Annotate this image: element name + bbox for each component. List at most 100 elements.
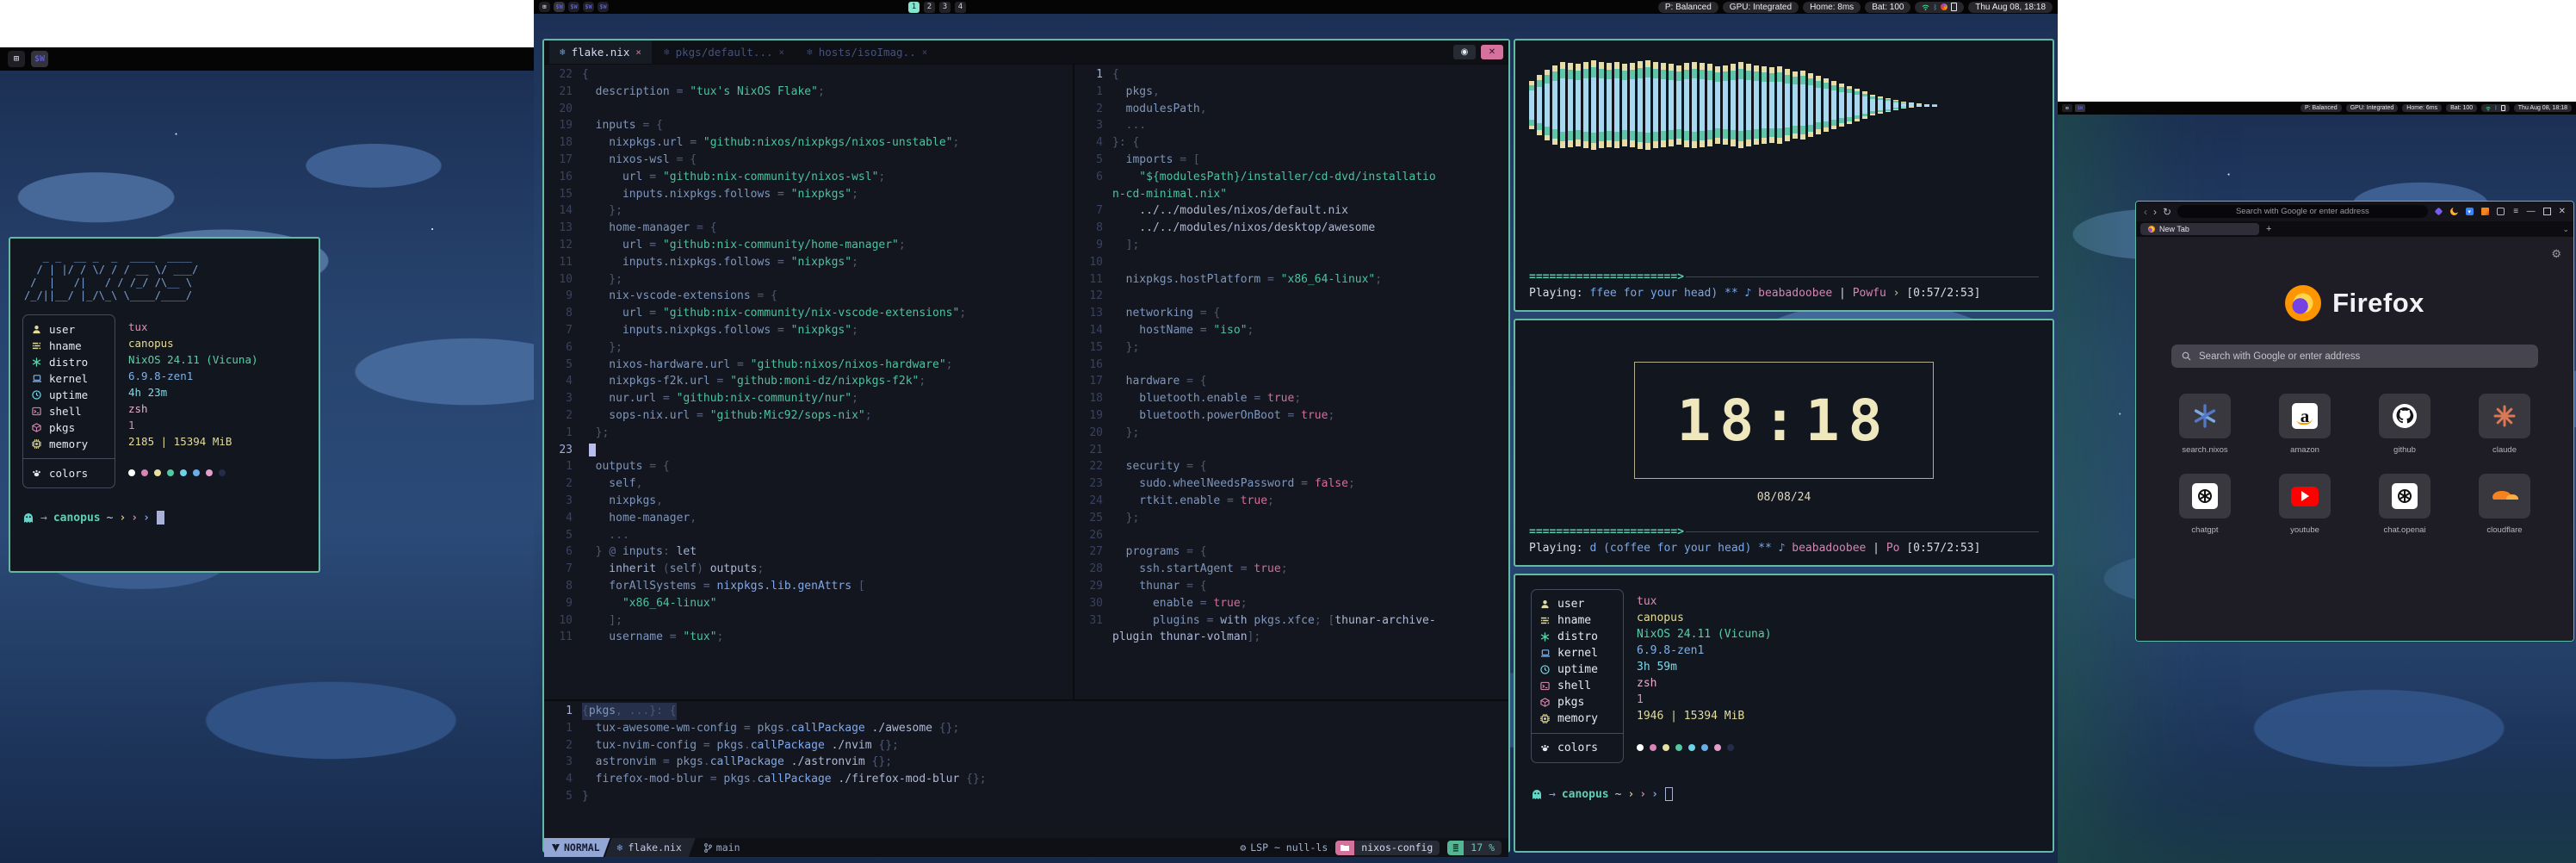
- line-number: 1: [544, 458, 573, 475]
- terminal-fastfetch-left[interactable]: _ _ __ _ _ ____ ____ / | |/ / \/ / / __ …: [9, 237, 320, 573]
- maximize-button[interactable]: [2543, 208, 2551, 215]
- tile-cloudflare[interactable]: cloudflare: [2473, 474, 2536, 535]
- ping-chip[interactable]: Home: 6ms: [2402, 104, 2442, 112]
- back-button[interactable]: ‹: [2144, 207, 2147, 217]
- text-seg: ;: [851, 188, 858, 201]
- tile-amazon[interactable]: a amazon: [2273, 394, 2337, 455]
- editor-pane-right[interactable]: 1{1 pkgs,2 modulesPath,3 ...4}: {5 impor…: [1074, 65, 1508, 699]
- text-seg: "tux's NixOS Flake": [690, 85, 818, 98]
- workspace-4-button[interactable]: 4: [955, 2, 966, 13]
- tab-flake-nix[interactable]: ❄ flake.nix ×: [549, 40, 652, 64]
- code-text: nix-vscode-extensions = {: [582, 288, 777, 305]
- text-seg: callPackage: [710, 755, 784, 768]
- tab-list-chevron[interactable]: ⌄: [2562, 225, 2569, 234]
- tab-new-tab[interactable]: New Tab: [2140, 223, 2259, 235]
- git-branch[interactable]: main: [704, 841, 740, 854]
- dark-reader-icon[interactable]: [2449, 207, 2459, 216]
- bitwarden-icon[interactable]: [2434, 207, 2443, 216]
- bar-segment: [1793, 126, 1798, 133]
- workspace-2-button[interactable]: 2: [924, 2, 935, 13]
- close-icon[interactable]: ×: [922, 47, 928, 58]
- gpu-chip[interactable]: GPU: Integrated: [1723, 2, 1799, 13]
- bar-segment: [1576, 64, 1581, 71]
- editor-pane-left[interactable]: 22{21 description = "tux's NixOS Flake";…: [544, 65, 1073, 699]
- zen-mode-button[interactable]: ◉: [1453, 45, 1476, 59]
- line-number: [1074, 186, 1103, 203]
- tray-icons[interactable]: ᛒ: [1915, 2, 1964, 13]
- battery-chip[interactable]: Bat: 100: [1865, 2, 1910, 13]
- forward-button[interactable]: ›: [2153, 207, 2157, 217]
- personalize-gear-icon[interactable]: ⚙: [2551, 247, 2561, 261]
- extension-puzzle-icon[interactable]: [2496, 207, 2505, 216]
- code-line: 1 };: [544, 425, 1073, 442]
- newtab-search-input[interactable]: Search with Google or enter address: [2171, 345, 2538, 368]
- gpu-chip[interactable]: GPU: Integrated: [2346, 104, 2399, 112]
- clock-chip[interactable]: Thu Aug 08, 18:18: [1968, 2, 2053, 13]
- ublock-icon[interactable]: ▾: [2465, 207, 2474, 216]
- bar-segment: [1746, 64, 1751, 71]
- fetch-label: colors: [49, 467, 88, 480]
- terminal-fastfetch-right[interactable]: userhnamedistrokerneluptimeshellpkgsmemo…: [1514, 574, 2054, 853]
- battery-chip[interactable]: Bat: 100: [2446, 104, 2477, 112]
- line-number: 9: [544, 595, 573, 612]
- editor-pane-bottom[interactable]: 1{pkgs, ...}: {1 tux-awesome-wm-config =…: [544, 699, 1508, 838]
- bar-segment: [1638, 132, 1643, 142]
- layout-grid-button[interactable]: ⊞: [539, 2, 550, 12]
- workspace-tag-button[interactable]: $W: [2075, 104, 2085, 112]
- new-tab-button[interactable]: +: [2266, 224, 2271, 234]
- menu-icon[interactable]: ≡: [2511, 207, 2521, 216]
- shell-prompt[interactable]: → canopus ~ ›››: [1531, 787, 2037, 801]
- terminal-clock[interactable]: 18:18 08/08/24 ======================> P…: [1514, 319, 2054, 567]
- line-number: 22: [544, 66, 573, 84]
- close-icon[interactable]: ×: [779, 47, 785, 58]
- clock-chip[interactable]: Thu Aug 08, 18:18: [2514, 104, 2572, 112]
- prompt-arrow: →: [1549, 788, 1556, 801]
- firefox-window[interactable]: ‹ › ↻ Search with Google or enter addres…: [2135, 201, 2574, 642]
- tile-claude[interactable]: claude: [2473, 394, 2536, 455]
- tab-pkgs-default[interactable]: ❄ pkgs/default... ×: [653, 40, 795, 64]
- layout-grid-button[interactable]: ⊞: [2062, 104, 2072, 112]
- tile-youtube[interactable]: youtube: [2273, 474, 2337, 535]
- close-icon[interactable]: ×: [635, 47, 641, 58]
- workspace-3-button[interactable]: 3: [939, 2, 951, 13]
- close-window-button[interactable]: ✕: [1481, 45, 1503, 59]
- shell-prompt[interactable]: → canopus ~ ›››: [22, 511, 307, 525]
- layout-grid-button[interactable]: ⊞: [8, 51, 25, 67]
- prompt-arrow: →: [40, 512, 47, 525]
- metamask-icon[interactable]: [2480, 207, 2490, 216]
- tile-chat-openai[interactable]: chat.openai: [2373, 474, 2437, 535]
- line-number: 10: [544, 271, 573, 289]
- tile-search-nixos[interactable]: search.nixos: [2173, 394, 2237, 455]
- bar-segment: [1645, 143, 1650, 150]
- tile-github[interactable]: github: [2373, 394, 2437, 455]
- url-bar[interactable]: Search with Google or enter address: [2177, 205, 2428, 218]
- bar-segment: [1537, 123, 1542, 130]
- workspace-tag-button[interactable]: $W: [598, 2, 609, 12]
- workspace-tag-button[interactable]: $W: [583, 2, 594, 12]
- tab-hosts-isoimage[interactable]: ❄ hosts/isoImag.. ×: [796, 40, 938, 64]
- neovim-window[interactable]: ❄ flake.nix × ❄ pkgs/default... × ❄ host…: [542, 39, 1510, 853]
- code-line: 3 nur.url = "github:nix-community/nur";: [544, 390, 1073, 407]
- line-number: 7: [1074, 202, 1103, 220]
- minimize-button[interactable]: —: [2527, 207, 2536, 216]
- terminal-cava[interactable]: ======================> Playing: ffee fo…: [1514, 39, 2054, 312]
- close-button[interactable]: ✕: [2559, 207, 2566, 216]
- code-line: 1 tux-awesome-wm-config = pkgs.callPacka…: [544, 720, 1508, 737]
- reload-button[interactable]: ↻: [2163, 207, 2171, 217]
- text-seg: true: [1267, 392, 1294, 405]
- tile-chatgpt[interactable]: chatgpt: [2173, 474, 2237, 535]
- workspace-1-button[interactable]: 1: [908, 2, 920, 13]
- project-chip[interactable]: nixos-config: [1335, 841, 1440, 855]
- power-profile-chip[interactable]: P: Balanced: [1658, 2, 1718, 13]
- workspace-tag-button[interactable]: $W: [31, 51, 48, 67]
- text-seg: hardware: [1112, 375, 1180, 388]
- workspace-tag-button[interactable]: $W: [554, 2, 565, 12]
- line-number: 13: [544, 220, 573, 237]
- power-profile-chip[interactable]: P: Balanced: [2300, 104, 2342, 112]
- code-text: "${modulesPath}/installer/cd-dvd/install…: [1112, 169, 1436, 186]
- ping-chip[interactable]: Home: 8ms: [1803, 2, 1861, 13]
- bar-segment: [1545, 127, 1550, 135]
- workspace-tag-button[interactable]: $W: [568, 2, 579, 12]
- tray-icons[interactable]: ᛒ: [2481, 104, 2510, 112]
- ghost-icon: [22, 512, 34, 524]
